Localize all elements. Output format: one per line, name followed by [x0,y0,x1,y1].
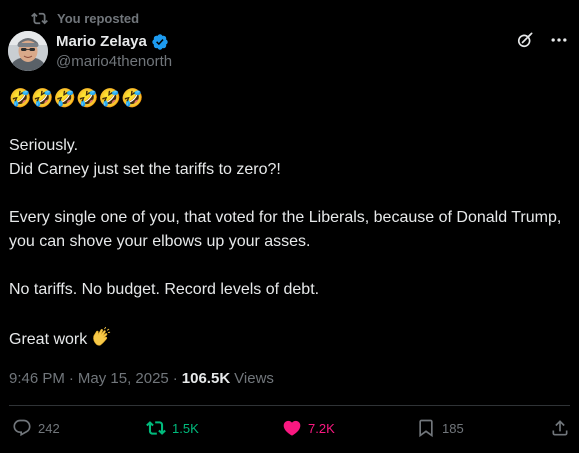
reply-count: 242 [38,420,60,436]
post-time[interactable]: 9:46 PM [9,370,65,387]
bookmark-count: 185 [442,420,464,436]
bookmark-icon [419,419,433,438]
clapping-hands-icon [90,326,112,348]
reply-icon [13,419,31,437]
closing-text: Great work [9,331,88,348]
views-label: Views [234,369,274,387]
top-actions [515,30,569,50]
repost-icon [31,10,48,27]
post-body: 🤣🤣🤣🤣🤣🤣 Seriously. Did Carney just set th… [9,86,569,352]
author-name[interactable]: Mario Zelaya [56,33,147,50]
repost-banner[interactable]: You reposted [31,10,139,27]
like-count: 7.2K [308,420,335,436]
bookmark-button[interactable]: 185 [416,418,464,438]
repost-button[interactable]: 1.5K [146,418,199,438]
views-count: 106.5K [181,369,231,387]
grok-icon[interactable] [515,30,535,50]
action-bar: 242 1.5K 7.2K 185 [9,416,570,440]
heart-icon [283,420,301,436]
repost-icon [146,421,166,435]
avatar[interactable] [8,31,48,71]
divider [9,405,570,406]
post-line-1: Seriously. [9,137,79,154]
more-icon[interactable] [549,30,569,50]
post-closing: Great work [9,326,569,352]
emoji-line: 🤣🤣🤣🤣🤣🤣 [9,88,144,108]
share-button[interactable] [550,418,570,438]
repost-count: 1.5K [172,420,199,436]
meta-separator: · [68,369,74,387]
post-paragraph-3: No tariffs. No budget. Record levels of … [9,281,320,298]
verified-badge-icon [151,33,169,51]
post-paragraph-2: Every single one of you, that voted for … [9,209,562,250]
reply-button[interactable]: 242 [12,418,60,438]
post-meta: 9:46 PM · May 15, 2025 · 106.5K Views [9,368,274,388]
author-block: Mario Zelaya @mario4thenorth [56,32,172,70]
share-icon [552,420,568,436]
post-date[interactable]: May 15, 2025 [78,370,169,387]
repost-banner-text: You reposted [57,11,140,26]
meta-separator: · [172,369,178,387]
author-handle[interactable]: @mario4thenorth [56,53,172,70]
post-line-2: Did Carney just set the tariffs to zero?… [9,161,281,178]
like-button[interactable]: 7.2K [282,418,335,438]
